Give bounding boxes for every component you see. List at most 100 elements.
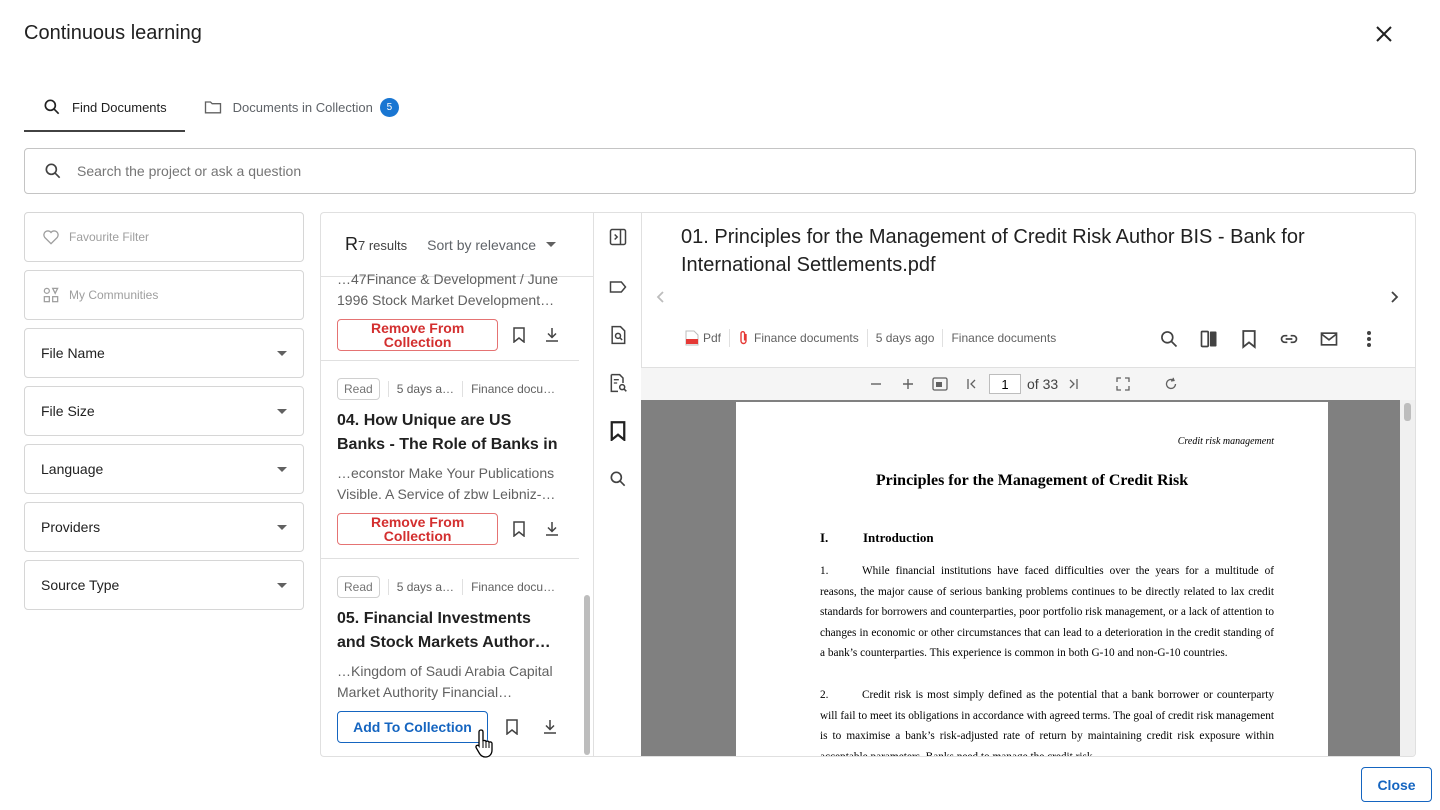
- link-icon[interactable]: [1277, 327, 1301, 351]
- paragraph: 1. While financial institutions have face…: [820, 565, 1274, 660]
- zoom-in-icon[interactable]: [899, 375, 917, 393]
- attachment-icon: [740, 331, 747, 345]
- caret-down-icon: [277, 582, 287, 588]
- favourite-filter-label: Favourite Filter: [69, 230, 150, 244]
- tab-documents-in-collection[interactable]: Documents in Collection 5: [185, 82, 417, 132]
- result-snippet: …Kingdom of Saudi Arabia Capital Market …: [337, 663, 553, 700]
- search-icon[interactable]: [1157, 327, 1181, 351]
- providers-dropdown[interactable]: Providers: [24, 502, 304, 552]
- result-snippet: …econstor Make Your Publications Visible…: [337, 465, 556, 502]
- tab-label: Find Documents: [72, 99, 167, 115]
- result-meta: Read 5 days a… Finance docum…: [337, 575, 563, 599]
- remove-from-collection-button[interactable]: Remove From Collection: [337, 513, 499, 545]
- pdf-scrollbar[interactable]: [1400, 400, 1415, 756]
- download-icon[interactable]: [541, 517, 563, 541]
- mail-icon[interactable]: [1317, 327, 1341, 351]
- remove-from-collection-button[interactable]: Remove From Collection: [337, 319, 499, 351]
- fullscreen-icon[interactable]: [1114, 375, 1132, 393]
- heart-icon: [43, 230, 59, 245]
- last-page-icon[interactable]: [1064, 375, 1082, 393]
- result-title[interactable]: 04. How Unique are US Banks - The Role o…: [337, 409, 563, 457]
- close-icon[interactable]: [1372, 22, 1396, 46]
- dropdown-label: Language: [41, 461, 104, 477]
- my-communities-label: My Communities: [69, 288, 159, 302]
- first-page-icon[interactable]: [963, 375, 981, 393]
- document-time: 5 days ago: [875, 331, 935, 345]
- next-document-icon[interactable]: [1386, 289, 1402, 305]
- file-size-dropdown[interactable]: File Size: [24, 386, 304, 436]
- more-options-icon[interactable]: [1357, 327, 1381, 351]
- pdf-page: Credit risk management Principles for th…: [736, 402, 1328, 757]
- compare-columns-icon[interactable]: [1197, 327, 1221, 351]
- document-viewer: 01. Principles for the Management of Cre…: [641, 212, 1416, 757]
- sort-dropdown[interactable]: Sort by relevance: [427, 237, 557, 253]
- pdf-canvas[interactable]: Credit risk management Principles for th…: [641, 400, 1401, 757]
- document-meta: Pdf Finance documents 5 days ago Finance…: [685, 327, 1056, 349]
- result-card: …47Finance & Development / June 1996 Sto…: [321, 269, 579, 361]
- document-find-icon[interactable]: [606, 371, 630, 395]
- fit-page-icon[interactable]: [931, 375, 949, 393]
- section-heading: I. Introduction: [820, 530, 934, 545]
- zoom-out-icon[interactable]: [867, 375, 885, 393]
- results-count: R7 results: [345, 234, 408, 254]
- language-dropdown[interactable]: Language: [24, 444, 304, 494]
- count-badge: 5: [379, 97, 399, 117]
- pdf-file-icon: [685, 330, 699, 346]
- tab-label: Documents in Collection: [232, 99, 373, 115]
- folder-icon: [204, 101, 221, 114]
- favourite-filter[interactable]: Favourite Filter: [24, 212, 304, 262]
- search-icon: [44, 99, 60, 115]
- pdf-toolbar: of 33: [641, 367, 1415, 401]
- results-scrollbar[interactable]: [584, 595, 590, 755]
- search-icon: [45, 163, 61, 179]
- caret-down-icon: [277, 350, 287, 356]
- viewer-side-rail: [593, 212, 642, 757]
- download-icon[interactable]: [538, 715, 562, 739]
- result-snippet: …47Finance & Development / June 1996 Sto…: [337, 271, 559, 308]
- dropdown-label: Providers: [41, 519, 101, 535]
- search-input[interactable]: [77, 163, 1277, 179]
- running-head: Credit risk management: [1177, 436, 1274, 447]
- result-source: Finance docum…: [471, 580, 562, 594]
- result-time: 5 days a…: [396, 382, 455, 396]
- pdf-scroll-thumb[interactable]: [1404, 403, 1411, 421]
- tab-find-documents[interactable]: Find Documents: [24, 82, 185, 132]
- source-type-dropdown[interactable]: Source Type: [24, 560, 304, 610]
- result-meta: Read 5 days a… Finance docum…: [337, 377, 563, 401]
- page-heading: Principles for the Management of Credit …: [875, 472, 1189, 489]
- paragraph: 2. Credit risk is most simply defined as …: [820, 689, 1274, 757]
- bookmark-icon[interactable]: [508, 323, 530, 347]
- bookmark-icon[interactable]: [500, 715, 524, 739]
- document-collection: Finance documents: [754, 331, 859, 345]
- page-count: of 33: [1027, 376, 1059, 392]
- document-source: Finance documents: [951, 331, 1057, 345]
- dialog-title: Continuous learning: [24, 22, 202, 44]
- bookmark-icon[interactable]: [508, 517, 530, 541]
- caret-down-icon: [277, 408, 287, 414]
- bookmark-icon[interactable]: [606, 419, 630, 443]
- document-toolbar: [1141, 327, 1381, 351]
- read-chip: Read: [337, 576, 380, 598]
- caret-down-icon: [546, 242, 557, 247]
- document-search-icon[interactable]: [606, 323, 630, 347]
- bookmark-icon[interactable]: [1237, 327, 1261, 351]
- read-chip: Read: [337, 378, 380, 400]
- caret-down-icon: [277, 466, 287, 472]
- result-card: Read 5 days a… Finance docum… 05. Financ…: [321, 559, 579, 756]
- search-icon[interactable]: [606, 467, 630, 491]
- add-to-collection-button[interactable]: Add To Collection: [337, 711, 488, 743]
- my-communities-filter[interactable]: My Communities: [24, 270, 304, 320]
- dropdown-label: Source Type: [41, 577, 120, 593]
- rotate-icon[interactable]: [1162, 375, 1180, 393]
- close-button[interactable]: Close: [1361, 767, 1432, 802]
- document-type: Pdf: [703, 331, 722, 345]
- result-title[interactable]: 05. Financial Investments and Stock Mark…: [337, 607, 563, 655]
- download-icon[interactable]: [541, 323, 563, 347]
- file-name-dropdown[interactable]: File Name: [24, 328, 304, 378]
- page-number-input[interactable]: [989, 374, 1021, 394]
- toggle-panel-icon[interactable]: [606, 225, 630, 249]
- label-icon[interactable]: [606, 275, 630, 299]
- previous-document-icon[interactable]: [653, 289, 669, 305]
- result-source: Finance docum…: [471, 382, 562, 396]
- result-time: 5 days a…: [396, 580, 455, 594]
